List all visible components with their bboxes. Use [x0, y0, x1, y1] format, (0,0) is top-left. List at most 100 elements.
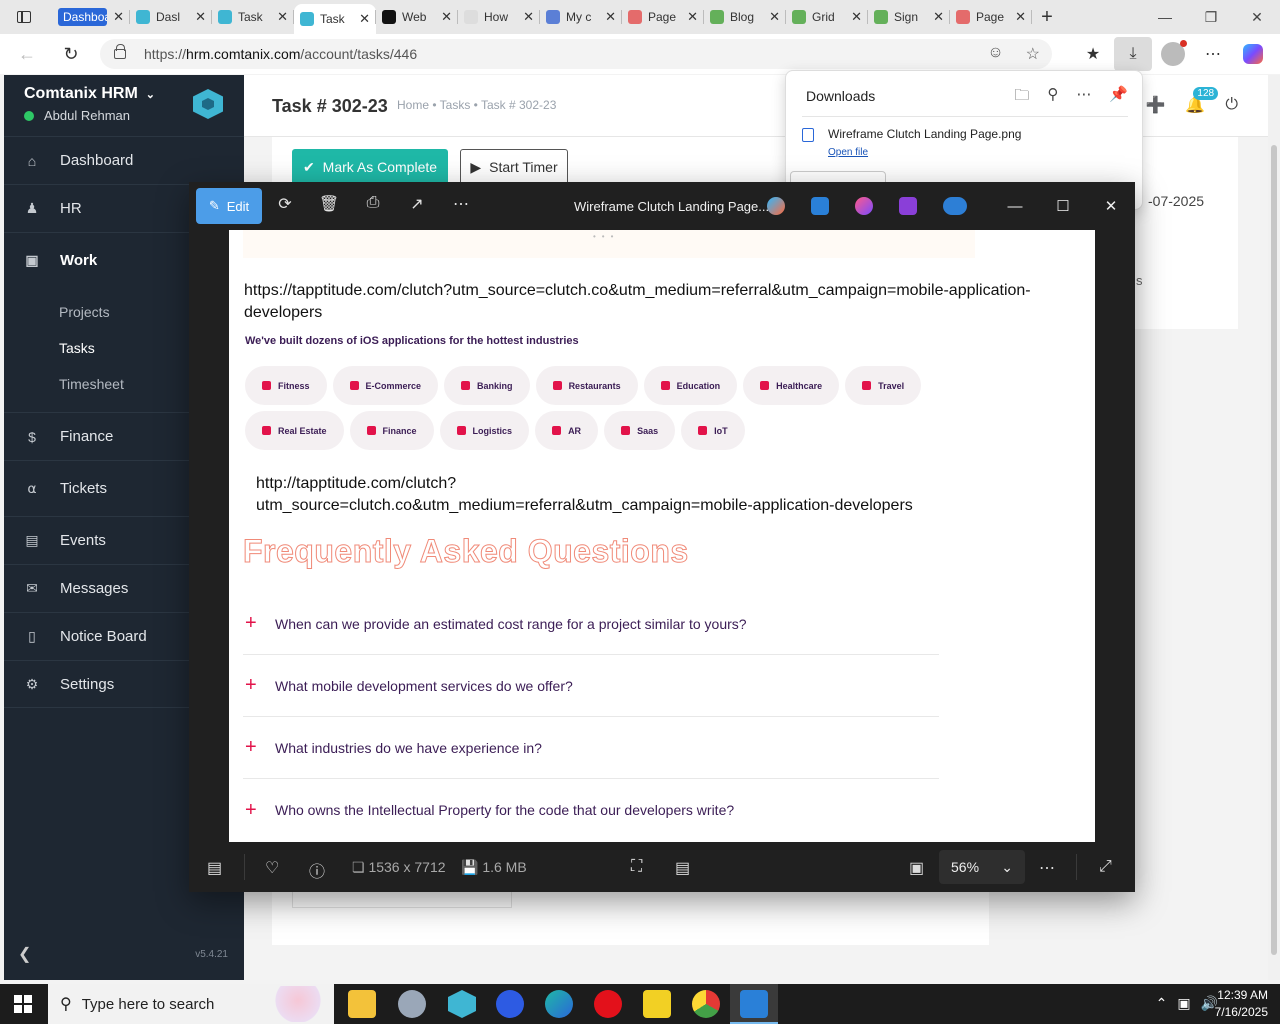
tab-close-icon[interactable]: ✕ — [359, 11, 370, 27]
breadcrumb[interactable]: Home • Tasks • Task # 302-23 — [397, 98, 556, 112]
share-icon[interactable]: ↗ — [405, 194, 429, 218]
faq-item[interactable]: + What industries do we have experience i… — [243, 717, 939, 779]
fullscreen-icon[interactable]: ⤢ — [1099, 858, 1112, 876]
image-canvas[interactable]: ••• https://tapptitude.com/clutch?utm_so… — [229, 230, 1095, 842]
taskbar-clock[interactable]: 12:39 AM 7/16/2025 — [1215, 987, 1268, 1021]
tab-close-icon[interactable]: ✕ — [277, 9, 288, 25]
collapse-sidebar-icon[interactable]: ❮ — [18, 944, 31, 964]
chevron-up-icon[interactable]: ⌃ — [1156, 995, 1168, 1012]
notification-bell-icon[interactable]: 🔔 128 — [1185, 87, 1219, 115]
paint-app-icon[interactable] — [398, 990, 426, 1018]
opera-browser-icon[interactable] — [594, 990, 622, 1018]
scrollbar-thumb[interactable] — [1271, 145, 1277, 955]
filmstrip-icon[interactable]: ▤ — [207, 858, 222, 878]
browser-tab[interactable]: Sign ✕ — [868, 4, 950, 30]
zoom-app-icon[interactable] — [496, 990, 524, 1018]
industry-chip[interactable]: IoT — [681, 411, 745, 450]
add-icon[interactable]: ➕ — [1146, 95, 1166, 115]
tab-close-icon[interactable]: ✕ — [851, 9, 862, 25]
start-button[interactable] — [14, 995, 32, 1013]
clipchamp-icon[interactable] — [899, 197, 917, 215]
browser-tab[interactable]: Page ✕ — [622, 4, 704, 30]
more-options-icon[interactable]: ⋯ — [1076, 85, 1091, 110]
designer-icon[interactable] — [855, 197, 873, 215]
browser-tab[interactable]: Dasl ✕ — [130, 4, 212, 30]
sticky-notes-icon[interactable] — [643, 990, 671, 1018]
download-item[interactable]: Wireframe Clutch Landing Page.png Open f… — [802, 127, 1021, 158]
viewer-maximize-icon[interactable]: ☐ — [1039, 182, 1087, 230]
minimize-icon[interactable]: — — [1142, 0, 1188, 34]
photos-app-taskbar-item[interactable] — [730, 984, 778, 1024]
zoom-dropdown[interactable]: 56% ⌄ — [939, 850, 1025, 884]
bottom-more-icon[interactable]: ⋯ — [1039, 858, 1055, 878]
start-timer-button[interactable]: ▶ Start Timer — [460, 149, 568, 185]
lock-icon[interactable] — [114, 44, 126, 59]
info-icon[interactable]: ⓘ — [309, 858, 325, 882]
favorites-icon[interactable]: ★ — [1074, 37, 1112, 71]
close-icon[interactable]: ✕ — [1234, 0, 1280, 34]
downloads-icon[interactable]: ⤓ — [1114, 37, 1152, 71]
faq-item[interactable]: + When can we provide an estimated cost r… — [243, 593, 939, 655]
industry-chip[interactable]: Education — [643, 366, 738, 405]
tab-close-icon[interactable]: ✕ — [769, 9, 780, 25]
viewer-close-icon[interactable]: ✕ — [1087, 182, 1135, 230]
pin-icon[interactable]: 📌 — [1109, 85, 1128, 110]
sidebar-item-dashboard[interactable]: ⌂ Dashboard — [4, 136, 244, 184]
browser-tab[interactable]: My c ✕ — [540, 4, 622, 30]
restore-icon[interactable]: ❐ — [1188, 0, 1234, 34]
tab-close-icon[interactable]: ✕ — [605, 9, 616, 25]
network-icon[interactable]: ▣ — [1177, 995, 1190, 1012]
industry-chip[interactable]: Saas — [604, 411, 676, 450]
page-scrollbar[interactable] — [1268, 75, 1280, 980]
industry-chip[interactable]: Logistics — [439, 411, 530, 450]
tab-close-icon[interactable]: ✕ — [195, 9, 206, 25]
industry-chip[interactable]: Fitness — [245, 366, 327, 405]
open-file-link[interactable]: Open file — [828, 147, 1021, 158]
heart-icon[interactable]: ♡ — [265, 858, 279, 878]
url-input[interactable]: https://hrm.comtanix.com/account/tasks/4… — [100, 39, 1052, 69]
copilot-button[interactable] — [1234, 37, 1272, 71]
back-arrow-icon[interactable]: ← — [10, 37, 44, 71]
refresh-icon[interactable]: ↻ — [54, 37, 88, 71]
profile-button[interactable] — [1154, 37, 1192, 71]
tab-close-icon[interactable]: ✕ — [441, 9, 452, 25]
browser-tab[interactable]: How ✕ — [458, 4, 540, 30]
delete-icon[interactable]: 🗑 — [317, 194, 341, 218]
print-icon[interactable]: ⎙ — [361, 194, 385, 218]
faq-item[interactable]: + What mobile development services do we … — [243, 655, 939, 717]
tab-close-icon[interactable]: ✕ — [113, 9, 124, 25]
fit-to-window-icon[interactable]: ▣ — [909, 858, 924, 878]
favorite-star-icon[interactable]: ☆ — [1026, 44, 1040, 64]
brand-switcher[interactable]: Comtanix HRM ⌄ — [24, 85, 155, 103]
hrm-app-icon[interactable] — [448, 990, 476, 1018]
visual-search-icon[interactable]: ⛶ — [631, 858, 642, 876]
power-icon[interactable]: ⏻ — [1225, 96, 1238, 114]
new-tab-button[interactable]: + — [1032, 6, 1062, 29]
chrome-browser-icon[interactable] — [692, 990, 720, 1018]
viewer-minimize-icon[interactable]: — — [991, 182, 1039, 230]
copilot-app-icon[interactable] — [767, 197, 785, 215]
industry-chip[interactable]: Restaurants — [535, 366, 638, 405]
tab-close-icon[interactable]: ✕ — [1015, 9, 1026, 25]
edit-button[interactable]: ✎ Edit — [196, 188, 262, 224]
browser-tab[interactable]: Task ✕ — [212, 4, 294, 30]
search-icon[interactable]: ⚲ — [1047, 85, 1058, 110]
file-explorer-icon[interactable] — [348, 990, 376, 1018]
industry-chip[interactable]: Banking — [444, 366, 530, 405]
industry-chip[interactable]: E-Commerce — [332, 366, 439, 405]
tab-close-icon[interactable]: ✕ — [523, 9, 534, 25]
text-scan-icon[interactable]: ▤ — [675, 858, 690, 878]
onedrive-icon[interactable] — [943, 197, 967, 215]
viewer-more-icon[interactable]: ⋯ — [449, 194, 473, 218]
rotate-icon[interactable]: ⟳ — [273, 194, 297, 218]
browser-tab[interactable]: Dashboard ✕ — [48, 4, 130, 30]
browser-tab[interactable]: Task ✕ — [294, 4, 376, 34]
tab-close-icon[interactable]: ✕ — [687, 9, 698, 25]
tab-close-icon[interactable]: ✕ — [933, 9, 944, 25]
industry-chip[interactable]: Healthcare — [743, 366, 840, 405]
browser-tab[interactable]: Blog ✕ — [704, 4, 786, 30]
browser-tab[interactable]: Page ✕ — [950, 4, 1032, 30]
browser-tab[interactable]: Web ✕ — [376, 4, 458, 30]
more-menu-icon[interactable]: ⋯ — [1194, 37, 1232, 71]
industry-chip[interactable]: Travel — [845, 366, 922, 405]
